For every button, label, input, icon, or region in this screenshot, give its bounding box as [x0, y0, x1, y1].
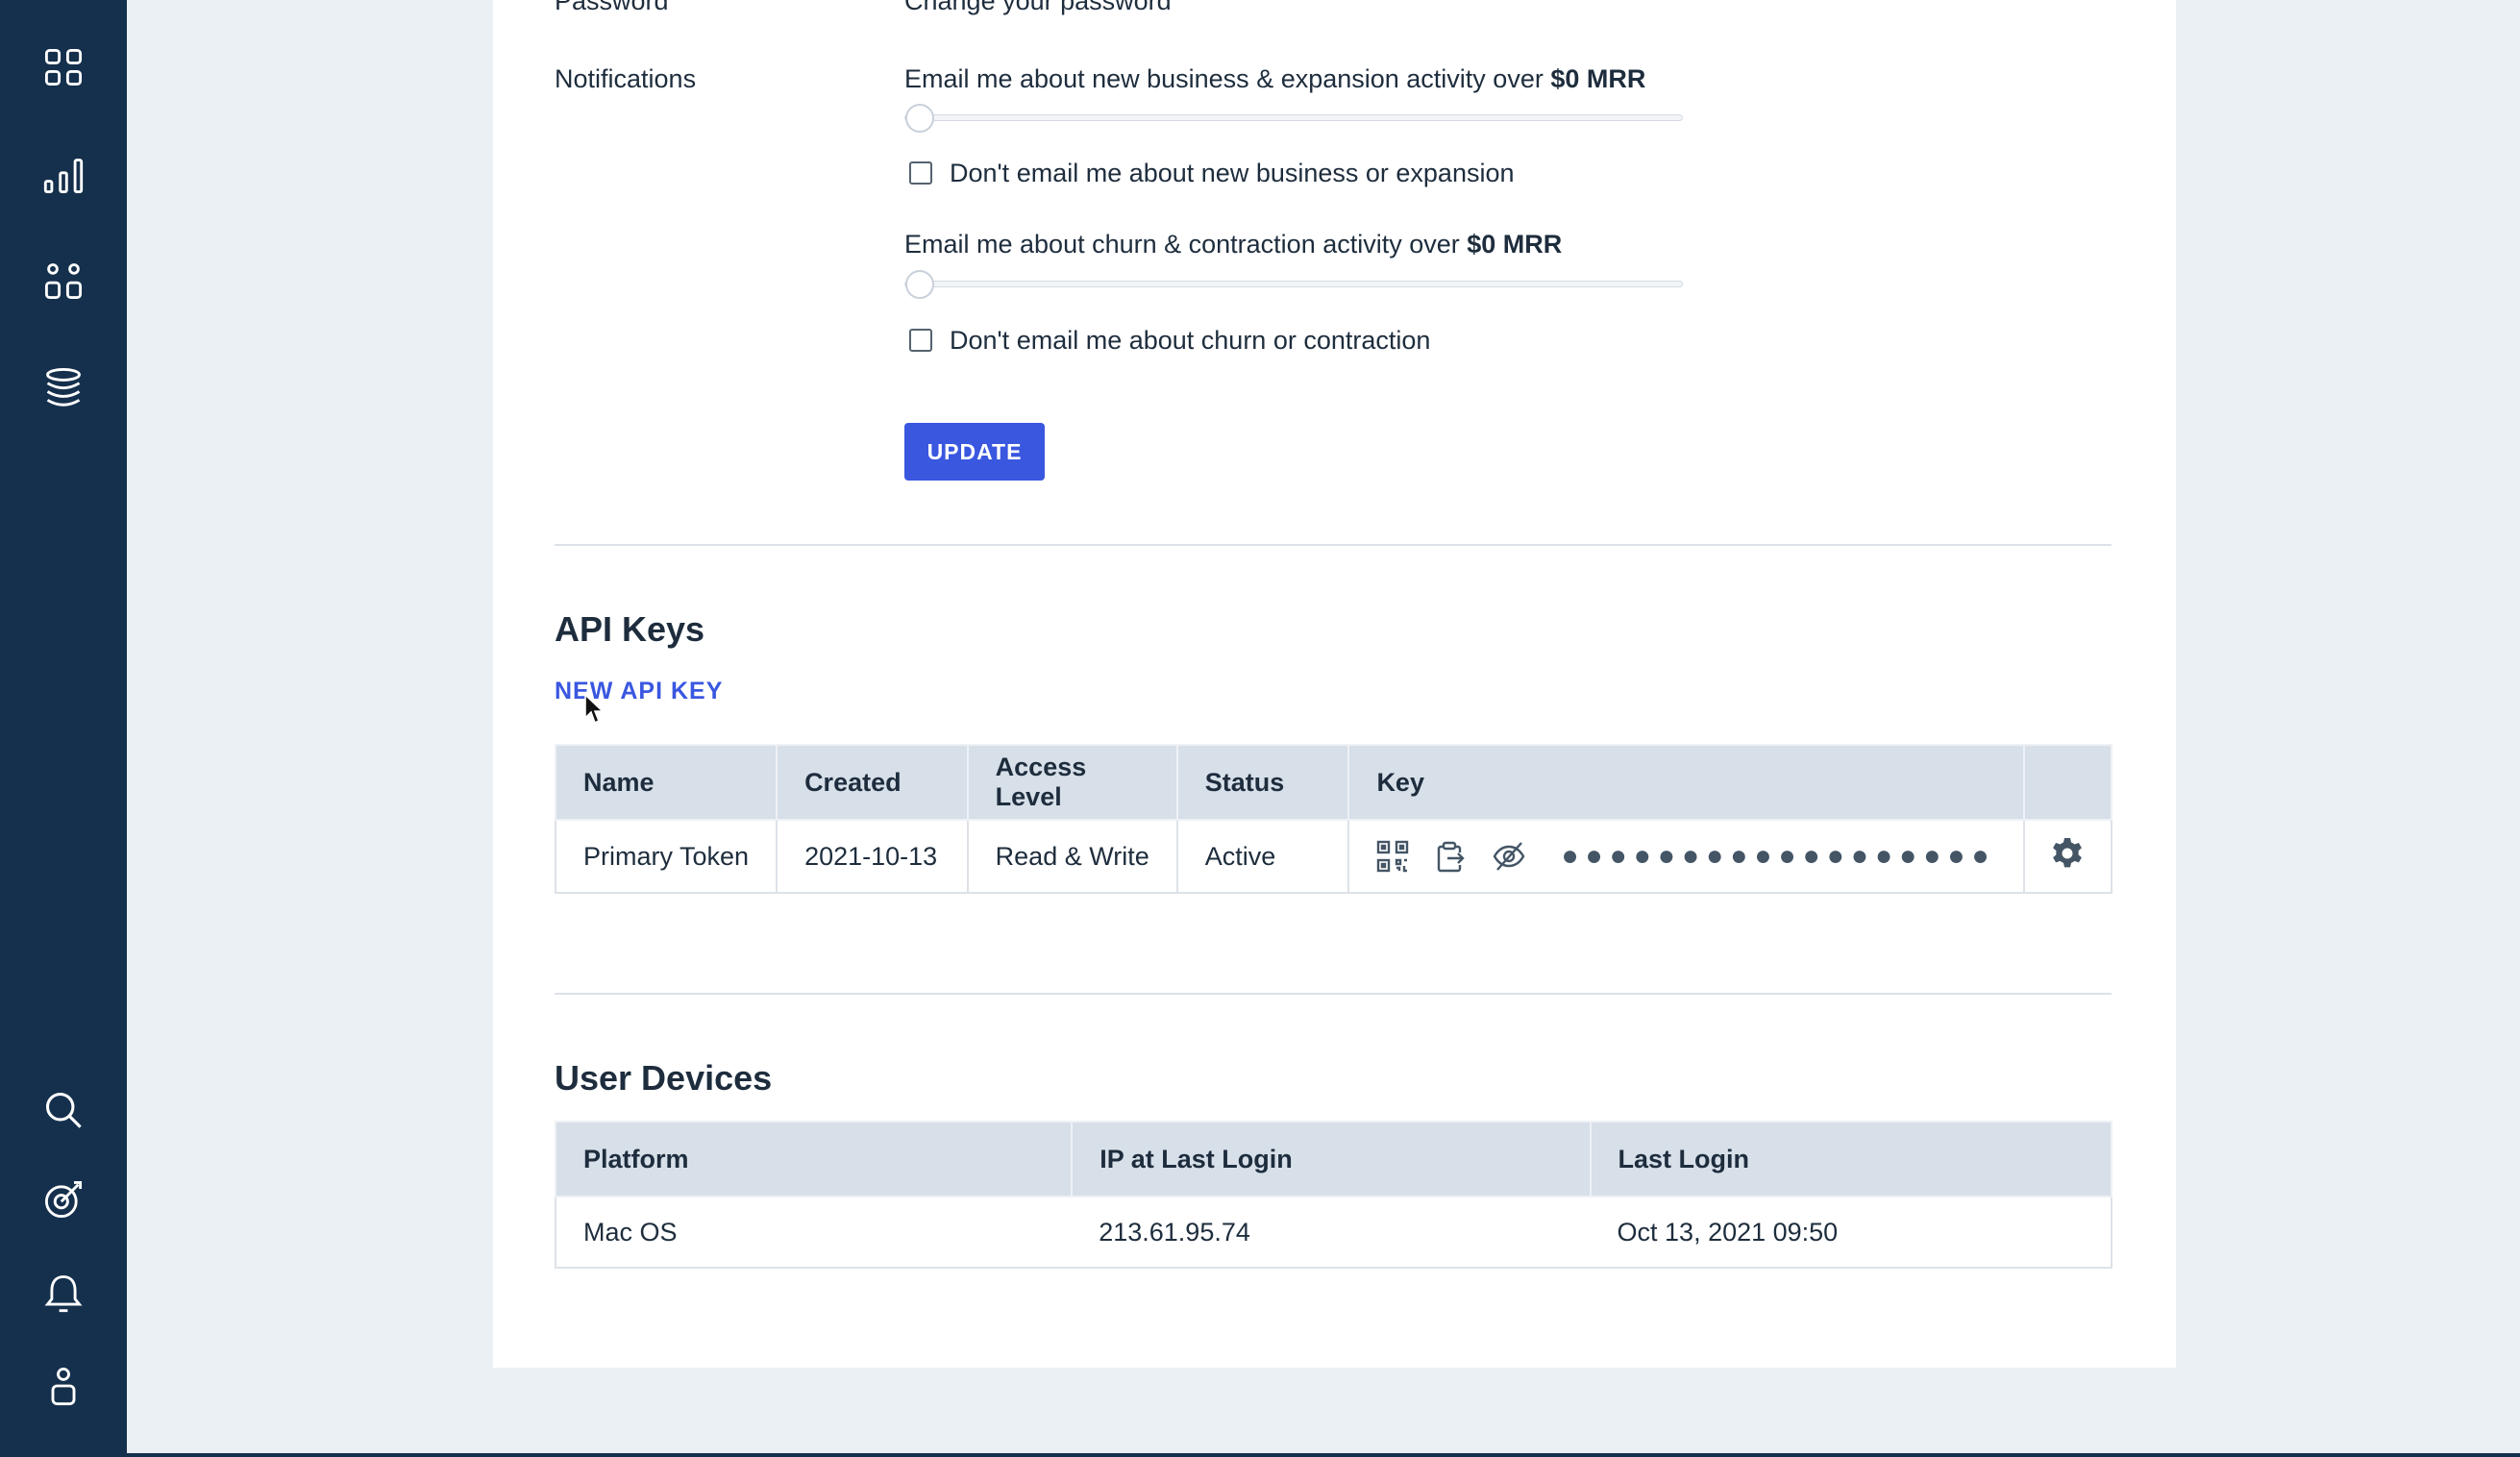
key-status: Active: [1175, 819, 1350, 894]
key-name: Primary Token: [554, 819, 778, 894]
masked-key: ●●●●●●●●●●●●●●●●●●: [1561, 840, 1996, 872]
database-icon[interactable]: [35, 358, 92, 415]
update-button[interactable]: UPDATE: [904, 423, 1045, 481]
segments-icon[interactable]: [35, 252, 92, 309]
churn-threshold-text: Email me about churn & contraction activ…: [904, 230, 1562, 259]
dashboard-icon[interactable]: [35, 38, 92, 96]
expansion-optout-label: Don't email me about new business or exp…: [950, 159, 1515, 187]
window-bottom-border: [0, 1453, 2520, 1457]
col-key: Key: [1347, 744, 2025, 821]
bar-chart-icon[interactable]: [35, 146, 92, 204]
col-created: Created: [776, 744, 969, 821]
password-label: Password: [555, 0, 669, 15]
device-platform: Mac OS: [554, 1196, 1073, 1269]
sidebar: [0, 0, 127, 1457]
api-keys-title: API Keys: [555, 609, 705, 649]
expansion-threshold-text: Email me about new business & expansion …: [904, 64, 1645, 94]
col-last-login: Last Login: [1589, 1121, 2113, 1198]
key-created: 2021-10-13: [776, 819, 969, 894]
key-actions-cell: [2022, 819, 2113, 894]
key-access-level: Read & Write: [966, 819, 1178, 894]
key-value-cell: ●●●●●●●●●●●●●●●●●●: [1347, 819, 2025, 894]
divider: [555, 544, 2112, 546]
api-keys-table: Name Created Access Level Status Key Pri…: [554, 744, 2113, 894]
col-actions: [2022, 744, 2113, 821]
churn-slider[interactable]: [904, 281, 1683, 287]
notifications-label: Notifications: [555, 64, 697, 93]
bell-icon[interactable]: [35, 1264, 92, 1321]
col-status: Status: [1175, 744, 1350, 821]
device-last-login: Oct 13, 2021 09:50: [1590, 1196, 2113, 1269]
expansion-slider-thumb[interactable]: [905, 104, 934, 133]
expansion-slider[interactable]: [904, 114, 1683, 121]
search-icon[interactable]: [35, 1081, 92, 1139]
divider: [555, 993, 2112, 995]
churn-optout-label: Don't email me about churn or contractio…: [950, 326, 1431, 355]
col-access-level: Access Level: [966, 744, 1178, 821]
table-row: Mac OS 213.61.95.74 Oct 13, 2021 09:50: [554, 1196, 2113, 1269]
qr-code-icon[interactable]: [1376, 840, 1409, 873]
copy-to-clipboard-icon[interactable]: [1434, 840, 1467, 873]
goals-icon[interactable]: [35, 1171, 92, 1228]
col-platform: Platform: [554, 1121, 1074, 1198]
col-ip: IP at Last Login: [1071, 1121, 1592, 1198]
col-name: Name: [554, 744, 778, 821]
table-header-row: Name Created Access Level Status Key: [554, 744, 2113, 821]
settings-card: Password Change your password Notificati…: [493, 0, 2176, 1368]
mouse-cursor-icon: [584, 693, 605, 729]
user-icon[interactable]: [35, 1357, 92, 1415]
churn-slider-thumb[interactable]: [905, 270, 934, 299]
table-row: Primary Token 2021-10-13 Read & Write Ac…: [554, 819, 2113, 894]
gear-icon[interactable]: [2050, 837, 2085, 877]
churn-optout-checkbox[interactable]: [909, 329, 932, 352]
churn-threshold-prefix: Email me about churn & contraction activ…: [904, 230, 1468, 259]
hide-key-icon[interactable]: [1492, 840, 1526, 873]
expansion-optout-checkbox[interactable]: [909, 161, 932, 185]
user-devices-title: User Devices: [555, 1058, 773, 1098]
churn-threshold-value: $0 MRR: [1467, 230, 1563, 259]
new-api-key-link[interactable]: NEW API KEY: [555, 678, 723, 705]
change-password-link[interactable]: Change your password: [904, 0, 1172, 16]
device-ip: 213.61.95.74: [1072, 1196, 1591, 1269]
expansion-threshold-value: $0 MRR: [1550, 64, 1646, 93]
user-devices-table: Platform IP at Last Login Last Login Mac…: [554, 1121, 2113, 1269]
expansion-threshold-prefix: Email me about new business & expansion …: [904, 64, 1551, 93]
table-header-row: Platform IP at Last Login Last Login: [554, 1121, 2113, 1198]
